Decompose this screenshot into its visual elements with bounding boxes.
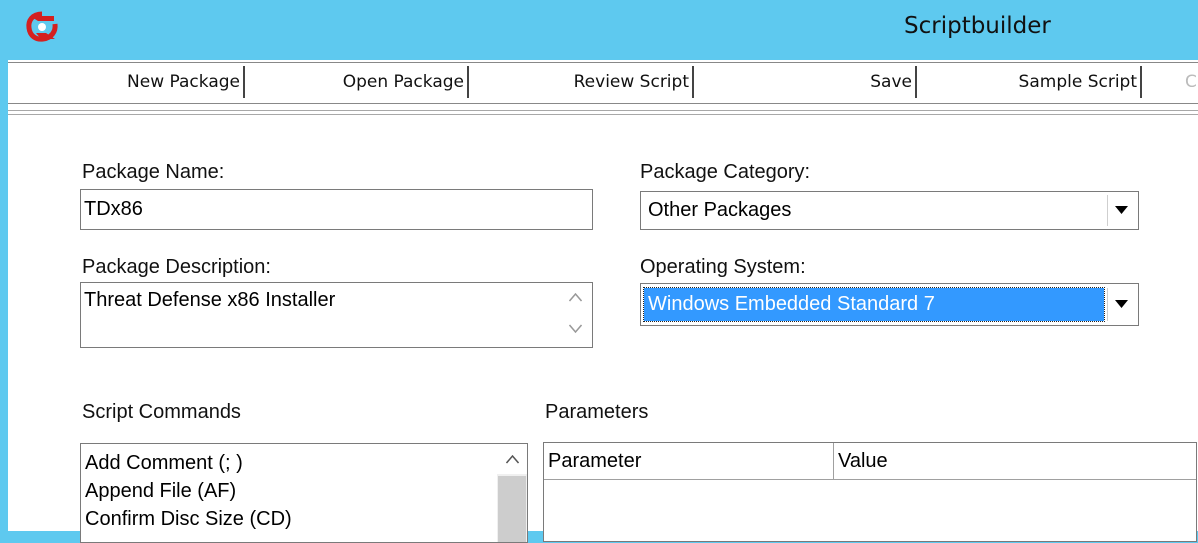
app-logo-icon: [26, 11, 58, 42]
toolbar-separator-lower: [8, 114, 1198, 115]
title-bar: Scriptbuilder: [0, 0, 1198, 60]
toolbar-separator: [8, 110, 1198, 111]
package-category-label: Package Category:: [640, 161, 811, 183]
description-scroll-down-button[interactable]: [562, 314, 588, 346]
new-package-button[interactable]: New Package: [18, 66, 245, 98]
sample-script-button[interactable]: Sample Script: [923, 66, 1142, 98]
chevron-down-icon: [1115, 206, 1128, 214]
chevron-down-icon: [1115, 300, 1128, 308]
open-package-button[interactable]: Open Package: [252, 66, 469, 98]
scroll-up-button[interactable]: [497, 444, 527, 474]
package-category-select[interactable]: Other Packages: [640, 191, 1139, 230]
package-name-input[interactable]: TDx86: [80, 189, 593, 230]
save-button[interactable]: Save: [700, 66, 917, 98]
operating-system-select[interactable]: Windows Embedded Standard 7: [640, 283, 1139, 326]
script-commands-label: Script Commands: [82, 401, 241, 423]
toolbar: New Package Open Package Review Script S…: [8, 62, 1198, 104]
parameters-label: Parameters: [545, 401, 649, 423]
parameters-grid-header: Parameter Value: [544, 443, 1196, 480]
package-description-label: Package Description:: [82, 256, 271, 278]
script-commands-scrollbar[interactable]: [497, 444, 527, 542]
package-description-input[interactable]: Threat Defense x86 Installer: [80, 282, 593, 348]
package-category-dropdown-button[interactable]: [1107, 195, 1136, 226]
package-name-label: Package Name:: [82, 161, 225, 183]
package-category-value: Other Packages: [648, 199, 792, 221]
parameter-column-header[interactable]: Parameter: [544, 443, 834, 479]
scroll-thumb[interactable]: [498, 476, 526, 542]
toolbar-overflow-button[interactable]: C: [1185, 66, 1198, 98]
list-item[interactable]: Add Comment (; ): [81, 449, 527, 477]
window-title: Scriptbuilder: [904, 13, 1051, 39]
chevron-up-icon: [569, 293, 582, 302]
operating-system-dropdown-button[interactable]: [1107, 288, 1136, 321]
chevron-up-icon: [506, 455, 519, 464]
value-column-header[interactable]: Value: [834, 443, 1196, 479]
description-scroll-up-button[interactable]: [562, 283, 588, 315]
operating-system-value: Windows Embedded Standard 7: [643, 287, 1105, 322]
script-commands-list[interactable]: Add Comment (; ) Append File (AF) Confir…: [80, 443, 528, 543]
list-item[interactable]: Append File (AF): [81, 477, 527, 505]
list-item[interactable]: Confirm Disc Size (CD): [81, 505, 527, 533]
review-script-button[interactable]: Review Script: [475, 66, 694, 98]
chevron-down-icon: [569, 324, 582, 333]
parameters-grid[interactable]: Parameter Value: [543, 442, 1197, 542]
operating-system-label: Operating System:: [640, 256, 806, 278]
